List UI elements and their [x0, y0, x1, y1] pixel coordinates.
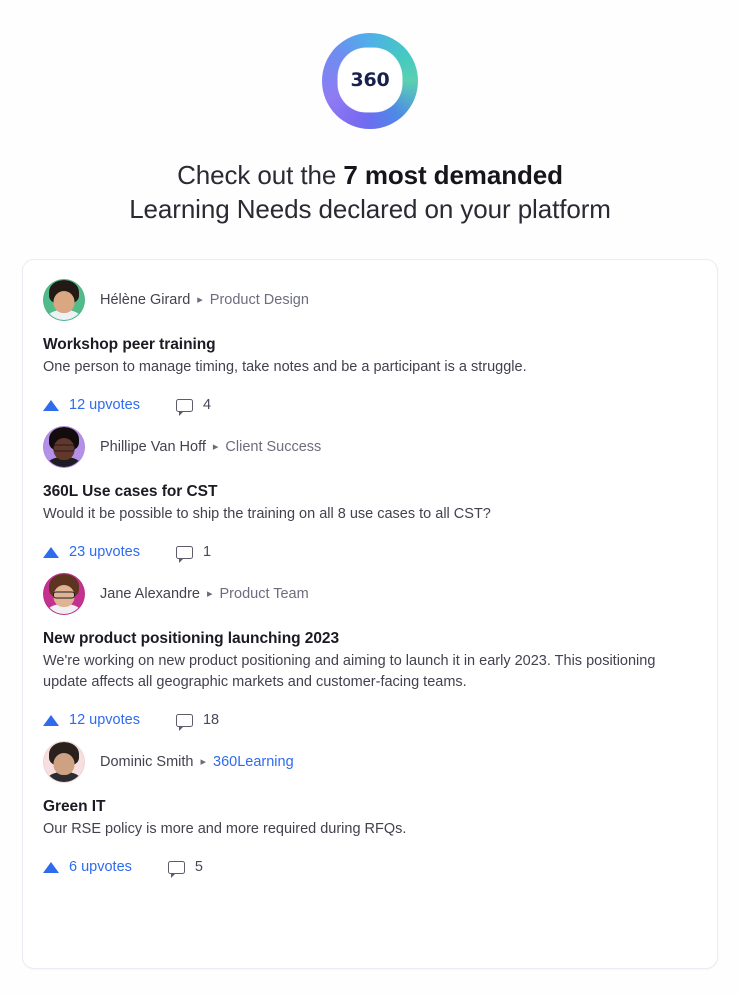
avatar	[43, 741, 85, 783]
post-body: Our RSE policy is more and more required…	[43, 821, 407, 837]
logo-inner-shape: 360	[338, 48, 402, 112]
post-byline: Jane Alexandre ▸ Product Team	[100, 585, 309, 603]
author-name: Dominic Smith	[100, 754, 194, 770]
avatar	[43, 426, 85, 468]
logo-text: 360	[350, 68, 390, 91]
upvote-count-label: 12 upvotes	[69, 712, 140, 728]
post-category: Product Design	[209, 292, 309, 308]
comment-count-label: 5	[194, 859, 203, 875]
learning-needs-list: Hélène Girard ▸ Product Design Workshop …	[23, 260, 717, 878]
comment-bubble-icon	[175, 713, 193, 731]
triangle-separator-icon: ▸	[206, 587, 213, 600]
post-category: Client Success	[225, 439, 322, 455]
list-item[interactable]: Dominic Smith ▸ 360Learning Green IT Our…	[23, 741, 717, 878]
upvote-count-label: 23 upvotes	[69, 544, 140, 560]
post-category[interactable]: 360Learning	[213, 753, 294, 771]
post-title[interactable]: 360L Use cases for CST	[43, 481, 697, 502]
upvote-button[interactable]: 23 upvotes	[43, 543, 140, 561]
comments-button[interactable]: 1	[175, 543, 212, 563]
comment-bubble-icon	[175, 545, 193, 563]
upvote-count-label: 6 upvotes	[69, 859, 132, 875]
comment-count-label: 18	[202, 712, 220, 728]
list-item[interactable]: Hélène Girard ▸ Product Design Workshop …	[23, 279, 717, 416]
heading-line1-bold: 7 most demanded	[343, 160, 563, 190]
avatar	[43, 279, 85, 321]
post-title[interactable]: Workshop peer training	[43, 334, 697, 355]
learning-needs-card: Hélène Girard ▸ Product Design Workshop …	[22, 259, 718, 969]
heading-line1-prefix: Check out the	[177, 160, 344, 190]
post-byline: Hélène Girard ▸ Product Design	[100, 291, 309, 309]
comment-count-label: 4	[202, 397, 212, 413]
post-body: We're working on new product positioning…	[43, 653, 656, 690]
post-meta: 23 upvotes 1	[43, 542, 697, 563]
post-title[interactable]: Green IT	[43, 796, 697, 817]
list-item[interactable]: Phillipe Van Hoff ▸ Client Success 360L …	[23, 426, 717, 563]
avatar-glasses-icon	[53, 444, 75, 452]
post-meta: 12 upvotes 4	[43, 395, 697, 416]
avatar-face-shape	[53, 291, 75, 314]
comments-button[interactable]: 18	[175, 711, 220, 731]
upvote-button[interactable]: 12 upvotes	[43, 711, 140, 729]
post-body: One person to manage timing, take notes …	[43, 359, 527, 375]
post-category: Product Team	[219, 586, 309, 602]
comments-button[interactable]: 5	[167, 858, 203, 878]
upvote-button[interactable]: 6 upvotes	[43, 858, 132, 876]
list-item[interactable]: Jane Alexandre ▸ Product Team New produc…	[23, 573, 717, 731]
brand-logo: 360	[0, 33, 740, 129]
comments-button[interactable]: 4	[175, 396, 212, 416]
triangle-separator-icon: ▸	[200, 755, 206, 768]
comment-bubble-icon	[167, 860, 185, 878]
post-header: Phillipe Van Hoff ▸ Client Success	[43, 426, 697, 468]
comment-count-label: 1	[202, 544, 212, 560]
post-header: Hélène Girard ▸ Product Design	[43, 279, 697, 321]
triangle-separator-icon: ▸	[212, 440, 219, 453]
post-header: Dominic Smith ▸ 360Learning	[43, 741, 697, 783]
post-byline: Dominic Smith ▸ 360Learning	[100, 753, 294, 771]
post-title[interactable]: New product positioning launching 2023	[43, 628, 697, 649]
post-byline: Phillipe Van Hoff ▸ Client Success	[100, 438, 321, 456]
heading-line2: Learning Needs declared on your platform	[129, 194, 611, 224]
page-title: Check out the 7 most demanded Learning N…	[0, 158, 740, 226]
author-name: Phillipe Van Hoff	[100, 439, 206, 455]
upvote-button[interactable]: 12 upvotes	[43, 396, 140, 414]
post-meta: 12 upvotes 18	[43, 710, 697, 731]
avatar	[43, 573, 85, 615]
author-name: Hélène Girard	[100, 292, 191, 308]
upvote-triangle-icon	[43, 714, 59, 726]
post-meta: 6 upvotes 5	[43, 857, 697, 878]
upvote-triangle-icon	[43, 399, 59, 411]
post-header: Jane Alexandre ▸ Product Team	[43, 573, 697, 615]
upvote-triangle-icon	[43, 861, 59, 873]
comment-bubble-icon	[175, 398, 193, 416]
avatar-face-shape	[53, 753, 75, 776]
upvote-count-label: 12 upvotes	[69, 397, 140, 413]
email-digest-page: 360 Check out the 7 most demanded Learni…	[0, 0, 740, 994]
360-ring-logo-icon: 360	[322, 33, 418, 129]
post-body: Would it be possible to ship the trainin…	[43, 506, 491, 522]
upvote-triangle-icon	[43, 546, 59, 558]
avatar-glasses-icon	[53, 591, 75, 599]
author-name: Jane Alexandre	[100, 586, 200, 602]
triangle-separator-icon: ▸	[197, 293, 203, 306]
